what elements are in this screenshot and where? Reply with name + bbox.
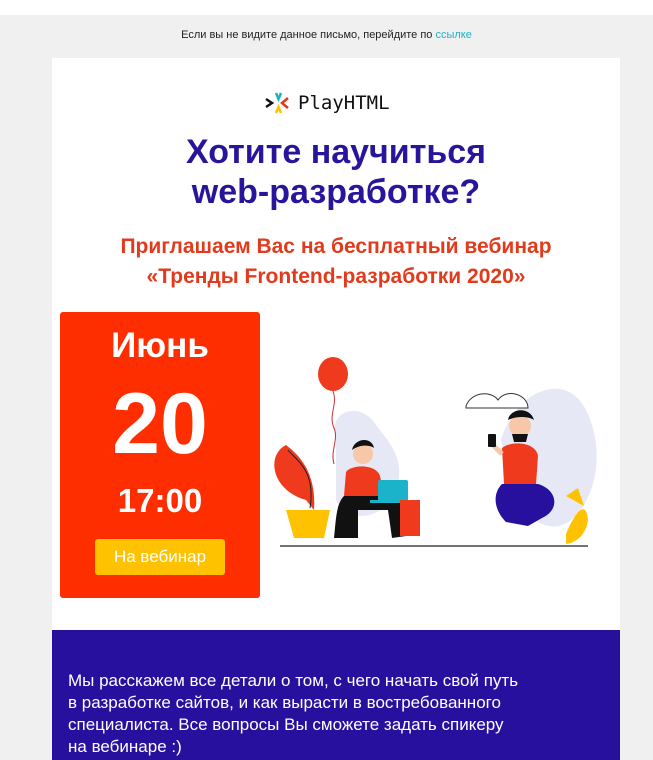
footer-section: Мы расскажем все детали о том, с чего на… [52,630,620,760]
top-bar [0,0,653,15]
playhtml-logo-icon [265,92,289,114]
footer-text: Мы расскажем все детали о том, с чего на… [68,670,568,758]
footer-line-2: в разработке сайтов, и как вырасти в вос… [68,693,501,712]
preheader-link[interactable]: ссылке [435,29,471,41]
preheader-text: Если вы не видите данное письмо, перейди… [181,29,433,41]
headline-line-2: web-разработке? [191,173,481,211]
headline: Хотите научиться web-разработке? [52,132,620,212]
subheadline: Приглашаем Вас на бесплатный вебинар «Тр… [52,232,620,292]
webinar-button[interactable]: На вебинар [95,539,225,575]
event-month: Июнь [111,326,209,365]
logo[interactable]: PlayHTML [264,91,390,115]
people-illustration [274,357,597,547]
event-day: 20 [112,376,208,472]
headline-line-1: Хотите научиться [185,133,486,171]
footer-line-4: на вебинаре :) [68,737,182,756]
event-date-box: Июнь 20 17:00 На вебинар [60,312,260,598]
preheader: Если вы не видите данное письмо, перейди… [0,29,653,41]
email-card: PlayHTML Хотите научиться web-разработке… [52,58,620,630]
subheadline-line-2: «Тренды Frontend-разработки 2020» [146,265,526,288]
event-time: 17:00 [117,482,203,519]
logo-text: PlayHTML [298,92,390,114]
footer-line-3: специалиста. Все вопросы Вы сможете зада… [68,715,504,734]
footer-line-1: Мы расскажем все детали о том, с чего на… [68,671,519,690]
subheadline-line-1: Приглашаем Вас на бесплатный вебинар [120,235,552,258]
